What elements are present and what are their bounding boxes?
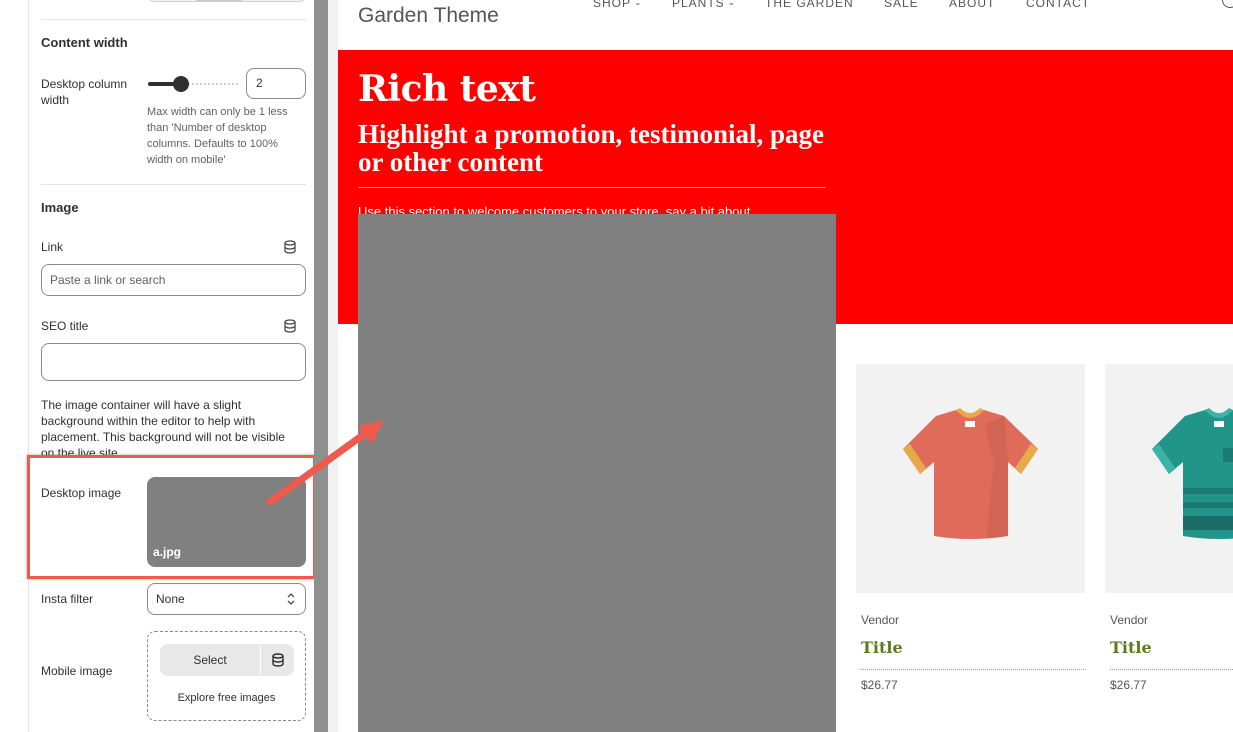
segmented-control-stub[interactable] [147,0,307,2]
hero-divider [358,187,826,188]
nav-label: ABOUT [949,0,996,10]
store-preview: Garden Theme SHOP ⌄ PLANTS ⌄ THE GARDEN SA… [338,0,1233,732]
mobile-image-label: Mobile image [41,664,113,678]
nav-label: SHOP [593,0,632,10]
nav-label: THE GARDEN [765,0,854,10]
settings-panel: Content width Desktop column width 2 Max… [0,0,314,732]
product-title[interactable]: Title [861,638,903,657]
product-image[interactable] [1105,364,1233,593]
divider [41,19,306,20]
settings-panel-inner: Content width Desktop column width 2 Max… [29,0,314,732]
database-icon [271,653,284,667]
dynamic-source-icon[interactable] [283,319,297,333]
image-library-button[interactable] [261,644,294,676]
product-vendor: Vendor [861,613,900,627]
nav-label: SALE [884,0,919,10]
rich-text-heading: Rich text [358,68,536,110]
rich-text-subheading: Highlight a promotion, testimonial, page… [358,119,825,177]
nav-item-shop[interactable]: SHOP ⌄ [593,0,643,10]
insta-filter-label: Insta filter [41,592,94,606]
desktop-column-width-label: Desktop column width [41,77,128,107]
chevron-down-icon: ⌄ [634,0,643,7]
tshirt-icon [1152,408,1233,539]
insta-filter-select[interactable]: None [147,583,306,615]
nav-label: CONTACT [1026,0,1091,10]
divider [41,184,306,185]
scrollbar-thumb[interactable] [314,0,328,732]
desktop-image-label: Desktop image [41,486,122,500]
dynamic-source-icon[interactable] [283,240,297,254]
store-name[interactable]: Garden Theme [358,4,499,28]
panel-gutter [328,0,338,732]
image-container-info: The image container will have a slight b… [41,398,285,455]
content-width-title: Content width [41,35,128,50]
seo-title-label: SEO title [41,319,89,333]
product-price: $26.77 [1110,678,1147,692]
image-section-title: Image [41,200,79,215]
nav-item-plants[interactable]: PLANTS ⌄ [672,0,736,10]
segmented-control-knob[interactable] [192,0,246,1]
explore-free-images-link[interactable]: Explore free images [148,692,305,704]
column-width-hint: Max width can only be 1 less than 'Numbe… [147,106,288,166]
desktop-image-filename: a.jpg [153,545,182,559]
link-input[interactable]: Paste a link or search [41,264,306,296]
column-width-slider-track[interactable] [148,82,238,86]
column-width-slider-thumb[interactable] [173,76,189,92]
desktop-image-picker[interactable]: a.jpg [147,477,306,567]
image-block-placeholder[interactable] [358,214,836,732]
product-divider [1110,669,1233,670]
tshirt-icon [903,408,1038,539]
product-image[interactable] [856,364,1085,593]
column-width-input[interactable]: 2 [246,68,306,99]
chevron-down-icon: ⌄ [727,0,737,7]
nav-item-contact[interactable]: CONTACT [1026,0,1090,10]
link-label: Link [41,240,64,254]
search-icon[interactable] [1222,0,1233,8]
product-vendor: Vendor [1110,613,1149,627]
nav-item-the-garden[interactable]: THE GARDEN [765,0,854,10]
nav-label: PLANTS [672,0,725,10]
chevron-up-down-icon [287,593,295,605]
product-price: $26.77 [861,678,898,692]
product-title[interactable]: Title [1110,638,1152,657]
slider-rest [181,83,238,85]
seo-title-input[interactable] [41,343,306,381]
product-divider [861,669,1086,670]
nav-item-sale[interactable]: SALE [884,0,919,10]
mobile-image-dropzone[interactable]: Select Explore free images [147,631,306,721]
select-image-button[interactable]: Select [160,644,260,676]
nav-item-about[interactable]: ABOUT [949,0,995,10]
insta-filter-value: None [156,592,185,606]
